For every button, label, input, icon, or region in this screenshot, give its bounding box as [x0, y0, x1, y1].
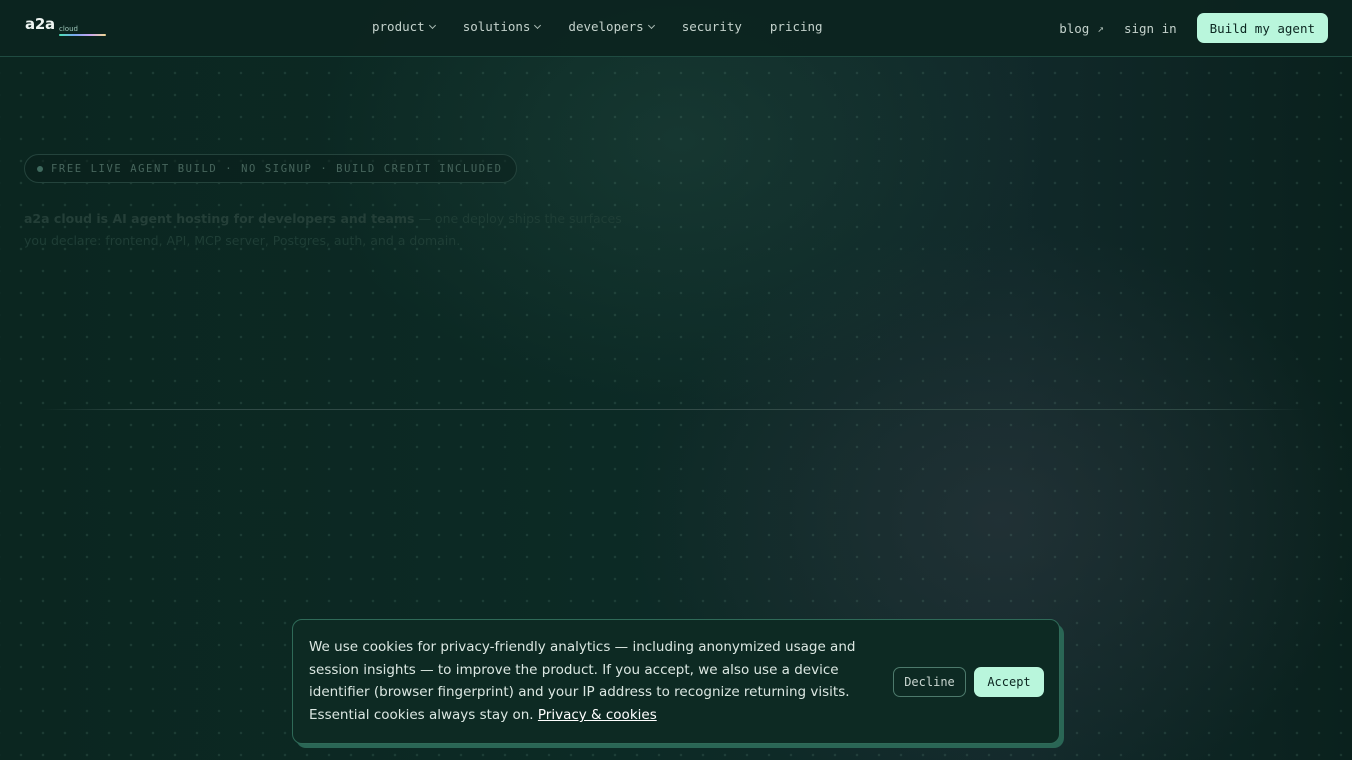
- nav-item-label: developers: [568, 19, 644, 34]
- top-navigation: a2a cloud product solutions developers s…: [0, 0, 1352, 57]
- nav-item-label: pricing: [769, 19, 823, 34]
- hero-description-strong: a2a cloud is AI agent hosting for develo…: [24, 211, 415, 226]
- cookie-banner: We use cookies for privacy-friendly anal…: [292, 619, 1060, 744]
- nav-actions: blog ↗ sign in Build my agent: [1059, 13, 1328, 43]
- status-dot-icon: [37, 165, 43, 172]
- logo[interactable]: a2a cloud: [25, 15, 115, 41]
- chevron-down-icon: [534, 21, 542, 29]
- nav-item-security[interactable]: security: [682, 19, 742, 34]
- decline-button[interactable]: Decline: [893, 667, 966, 697]
- chevron-down-icon: [428, 21, 436, 29]
- nav-item-label: product: [372, 19, 425, 34]
- hero-badge-text: FREE LIVE AGENT BUILD · NO SIGNUP · BUIL…: [51, 162, 503, 175]
- external-arrow-icon: ↗: [1097, 21, 1104, 35]
- nav-item-label: security: [681, 19, 742, 34]
- hero-description: a2a cloud is AI agent hosting for develo…: [24, 208, 624, 252]
- section-divider: [40, 409, 1305, 410]
- hero-badge: FREE LIVE AGENT BUILD · NO SIGNUP · BUIL…: [24, 154, 517, 183]
- sign-in-link[interactable]: sign in: [1124, 21, 1177, 36]
- cookie-banner-text: We use cookies for privacy-friendly anal…: [309, 636, 869, 727]
- accept-button[interactable]: Accept: [974, 667, 1044, 697]
- nav-item-developers[interactable]: developers: [568, 19, 655, 34]
- main-menu: product solutions developers security pr…: [372, 19, 823, 34]
- chevron-down-icon: [647, 21, 655, 29]
- nav-item-pricing[interactable]: pricing: [770, 19, 823, 34]
- blog-label: blog: [1059, 20, 1090, 36]
- logo-wordmark: a2a: [25, 15, 55, 33]
- build-my-agent-button[interactable]: Build my agent: [1196, 13, 1328, 43]
- blog-link[interactable]: blog ↗: [1059, 21, 1104, 36]
- logo-gradient-bar: [59, 34, 106, 36]
- privacy-cookies-link[interactable]: Privacy & cookies: [538, 707, 657, 723]
- nav-item-solutions[interactable]: solutions: [462, 19, 542, 34]
- logo-subtitle: cloud: [59, 25, 78, 33]
- nav-item-label: solutions: [462, 19, 531, 34]
- nav-item-product[interactable]: product: [372, 19, 436, 34]
